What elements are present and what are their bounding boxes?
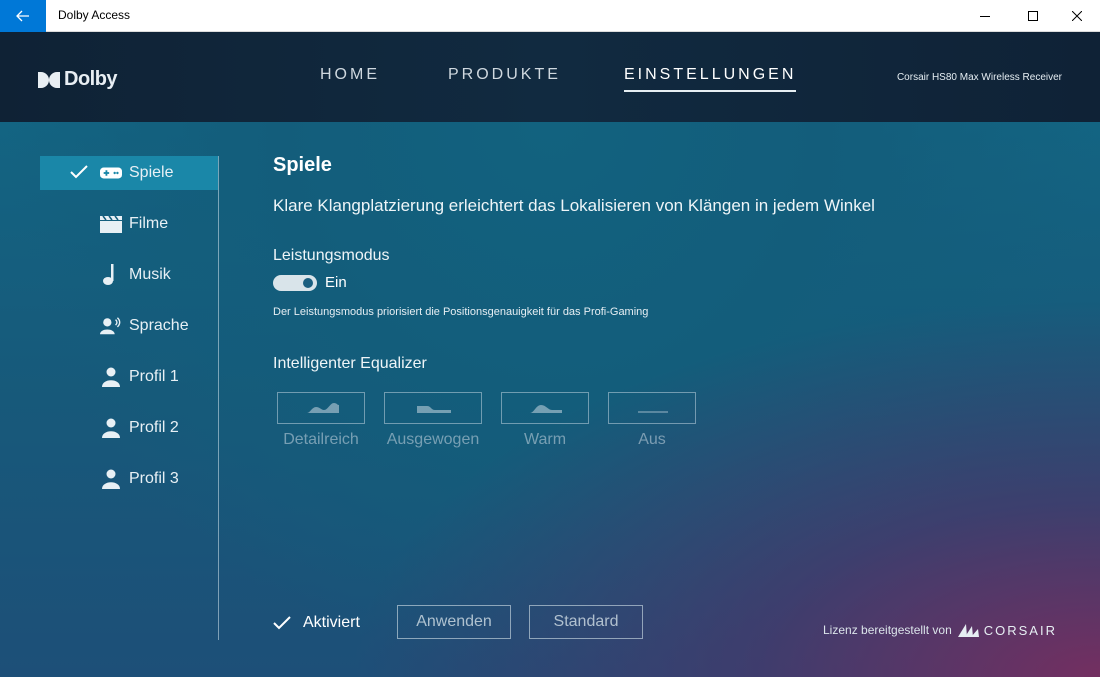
performance-mode-state: Ein	[325, 274, 347, 291]
back-button[interactable]	[0, 0, 46, 32]
user-icon	[100, 367, 122, 387]
sidebar-item-profil-2[interactable]: Profil 2	[40, 411, 218, 445]
window-title: Dolby Access	[58, 8, 131, 22]
eq-preset-ausgewogen[interactable]	[384, 392, 482, 424]
eq-curve-warm-icon	[530, 405, 562, 413]
corsair-logo: CORSAIR	[957, 622, 1057, 638]
app-header: Dolby HOME PRODUKTE EINSTELLUNGEN Corsai…	[0, 32, 1100, 122]
corsair-sails-icon	[957, 624, 979, 637]
tab-home[interactable]: HOME	[320, 66, 380, 84]
dolby-double-d-icon	[38, 71, 60, 88]
license-info: Lizenz bereitgestellt von CORSAIR	[823, 622, 1057, 638]
arrow-left-icon	[16, 10, 29, 22]
eq-curve-ausgewogen-icon	[417, 406, 451, 413]
equalizer-title: Intelligenter Equalizer	[273, 355, 427, 372]
sidebar-item-sprache[interactable]: Sprache	[40, 309, 218, 343]
performance-mode-label: Leistungsmodus	[273, 247, 390, 264]
clapperboard-icon	[100, 214, 122, 234]
eq-preset-label: Detailreich	[283, 431, 359, 448]
maximize-icon	[1028, 11, 1038, 21]
eq-curve-flat-icon	[638, 411, 668, 413]
minimize-icon	[980, 16, 990, 17]
dolby-logo: Dolby	[38, 68, 118, 91]
eq-preset-detailreich[interactable]	[277, 392, 365, 424]
page-title: Spiele	[273, 154, 332, 176]
logo-text: Dolby	[64, 68, 118, 90]
sidebar-divider	[218, 156, 219, 640]
music-note-icon	[100, 264, 122, 285]
sidebar-item-profil-3[interactable]: Profil 3	[40, 462, 218, 496]
sidebar-item-spiele[interactable]: Spiele	[40, 156, 218, 190]
eq-preset-label: Aus	[638, 431, 666, 448]
sidebar-item-label: Profil 3	[129, 470, 179, 487]
performance-mode-note: Der Leistungsmodus priorisiert die Posit…	[273, 306, 649, 318]
close-button[interactable]	[1054, 0, 1100, 32]
page-description: Klare Klangplatzierung erleichtert das L…	[273, 196, 875, 215]
standard-button[interactable]: Standard	[529, 605, 643, 639]
activated-status[interactable]: Aktiviert	[273, 614, 360, 632]
main-area: Spiele Filme Musik Sprache Profil 1 Prof…	[0, 122, 1100, 677]
sidebar-item-label: Musik	[129, 266, 171, 283]
sidebar-item-label: Profil 2	[129, 419, 179, 436]
eq-curve-detailreich-icon	[307, 403, 339, 413]
performance-mode-toggle[interactable]	[273, 275, 317, 291]
close-icon	[1072, 11, 1082, 21]
sidebar-item-label: Sprache	[129, 317, 189, 334]
voice-icon	[100, 316, 122, 336]
eq-preset-label: Warm	[523, 431, 567, 448]
user-icon	[100, 418, 122, 438]
user-icon	[100, 469, 122, 489]
tab-produkte[interactable]: PRODUKTE	[448, 66, 561, 84]
eq-preset-warm[interactable]	[501, 392, 589, 424]
device-name[interactable]: Corsair HS80 Max Wireless Receiver	[897, 72, 1062, 83]
sidebar-item-label: Profil 1	[129, 368, 179, 385]
activated-label: Aktiviert	[303, 614, 360, 631]
sidebar-item-filme[interactable]: Filme	[40, 207, 218, 241]
sidebar-item-label: Filme	[129, 215, 169, 232]
minimize-button[interactable]	[962, 0, 1008, 32]
checkmark-icon	[70, 165, 88, 179]
gamepad-icon	[100, 163, 122, 183]
sidebar-item-label: Spiele	[129, 164, 174, 181]
checkmark-icon	[273, 616, 291, 630]
license-brand: CORSAIR	[983, 622, 1057, 638]
tab-einstellungen[interactable]: EINSTELLUNGEN	[624, 66, 797, 92]
sidebar-item-musik[interactable]: Musik	[40, 258, 218, 292]
apply-button[interactable]: Anwenden	[397, 605, 511, 639]
maximize-button[interactable]	[1010, 0, 1056, 32]
title-bar: Dolby Access	[0, 0, 1100, 32]
sidebar-item-profil-1[interactable]: Profil 1	[40, 360, 218, 394]
eq-preset-label: Ausgewogen	[386, 431, 480, 448]
license-label: Lizenz bereitgestellt von	[823, 623, 952, 637]
eq-preset-aus[interactable]	[608, 392, 696, 424]
